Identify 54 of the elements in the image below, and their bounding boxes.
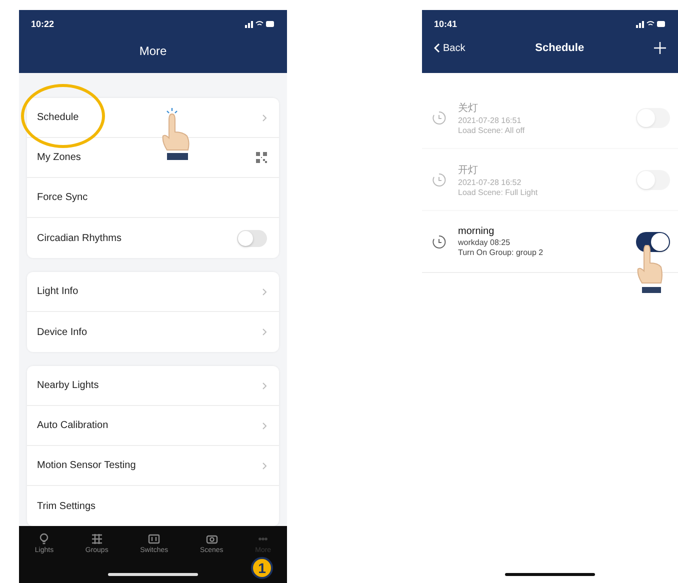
screen-title: Schedule (535, 42, 584, 54)
back-button[interactable]: Back (434, 42, 466, 54)
clock-icon (432, 110, 446, 124)
grid-icon (90, 533, 103, 545)
panel-icon (148, 533, 160, 545)
settings-row[interactable]: Auto Calibration (27, 406, 279, 446)
row-label: Nearby Lights (37, 380, 99, 391)
status-icons-drawing (245, 20, 275, 28)
row-label: Auto Calibration (37, 420, 108, 431)
back-chevron-icon (434, 43, 440, 53)
clock-icon (432, 172, 446, 186)
toggle-switch[interactable] (636, 108, 670, 128)
schedule-time: workday 08:25 (458, 238, 512, 247)
row-label: Force Sync (37, 192, 88, 203)
chevron-icon (262, 462, 267, 470)
schedule-time: 2021-07-28 16:52 (458, 178, 522, 186)
status-time: 10:41 (434, 19, 458, 29)
row-label: Trim Settings (37, 500, 96, 512)
settings-row[interactable]: Nearby Lights (27, 366, 279, 406)
row-label: Schedule (37, 112, 79, 123)
row-label: Light Info (37, 286, 78, 297)
row-label: Device Info (37, 326, 88, 338)
toggle-switch[interactable] (636, 232, 670, 252)
chevron-icon (262, 382, 267, 390)
schedule-action: Turn On Group: group 2 (458, 248, 544, 257)
schedule-name: 开灯 (458, 164, 479, 176)
status-time: 10:22 (31, 19, 54, 29)
status-icons-drawing (636, 20, 666, 28)
schedule-name: 关灯 (458, 102, 479, 114)
chevron-icon (262, 422, 267, 430)
chevron-icon (262, 328, 267, 336)
settings-row[interactable]: Force Sync (27, 178, 279, 218)
schedule-action: Load Scene: Full Light (458, 188, 539, 196)
clock-icon (432, 234, 446, 248)
toggle-switch[interactable] (237, 230, 267, 246)
settings-row[interactable]: Motion Sensor Testing (27, 446, 279, 486)
bulb-icon (38, 533, 50, 545)
schedule-time: 2021-07-28 16:51 (458, 116, 522, 124)
camera-icon (206, 533, 218, 545)
schedule-name: morning (458, 226, 496, 237)
toggle-switch[interactable] (636, 170, 670, 190)
qr-code-icon (256, 152, 267, 163)
settings-row[interactable]: Circadian Rhythms (27, 218, 279, 258)
settings-row[interactable]: Trim Settings (27, 486, 279, 526)
row-label: My Zones (37, 152, 81, 163)
settings-row[interactable]: Device Info (27, 312, 279, 352)
schedule-action: Load Scene: All off (458, 126, 526, 134)
chevron-icon (262, 114, 267, 122)
add-icon[interactable] (654, 42, 666, 54)
settings-row[interactable]: Light Info (27, 272, 279, 312)
row-label: Motion Sensor Testing (37, 460, 136, 471)
chevron-icon (262, 288, 267, 296)
row-label: Circadian Rhythms (37, 232, 122, 244)
screen-title: More (138, 44, 168, 58)
